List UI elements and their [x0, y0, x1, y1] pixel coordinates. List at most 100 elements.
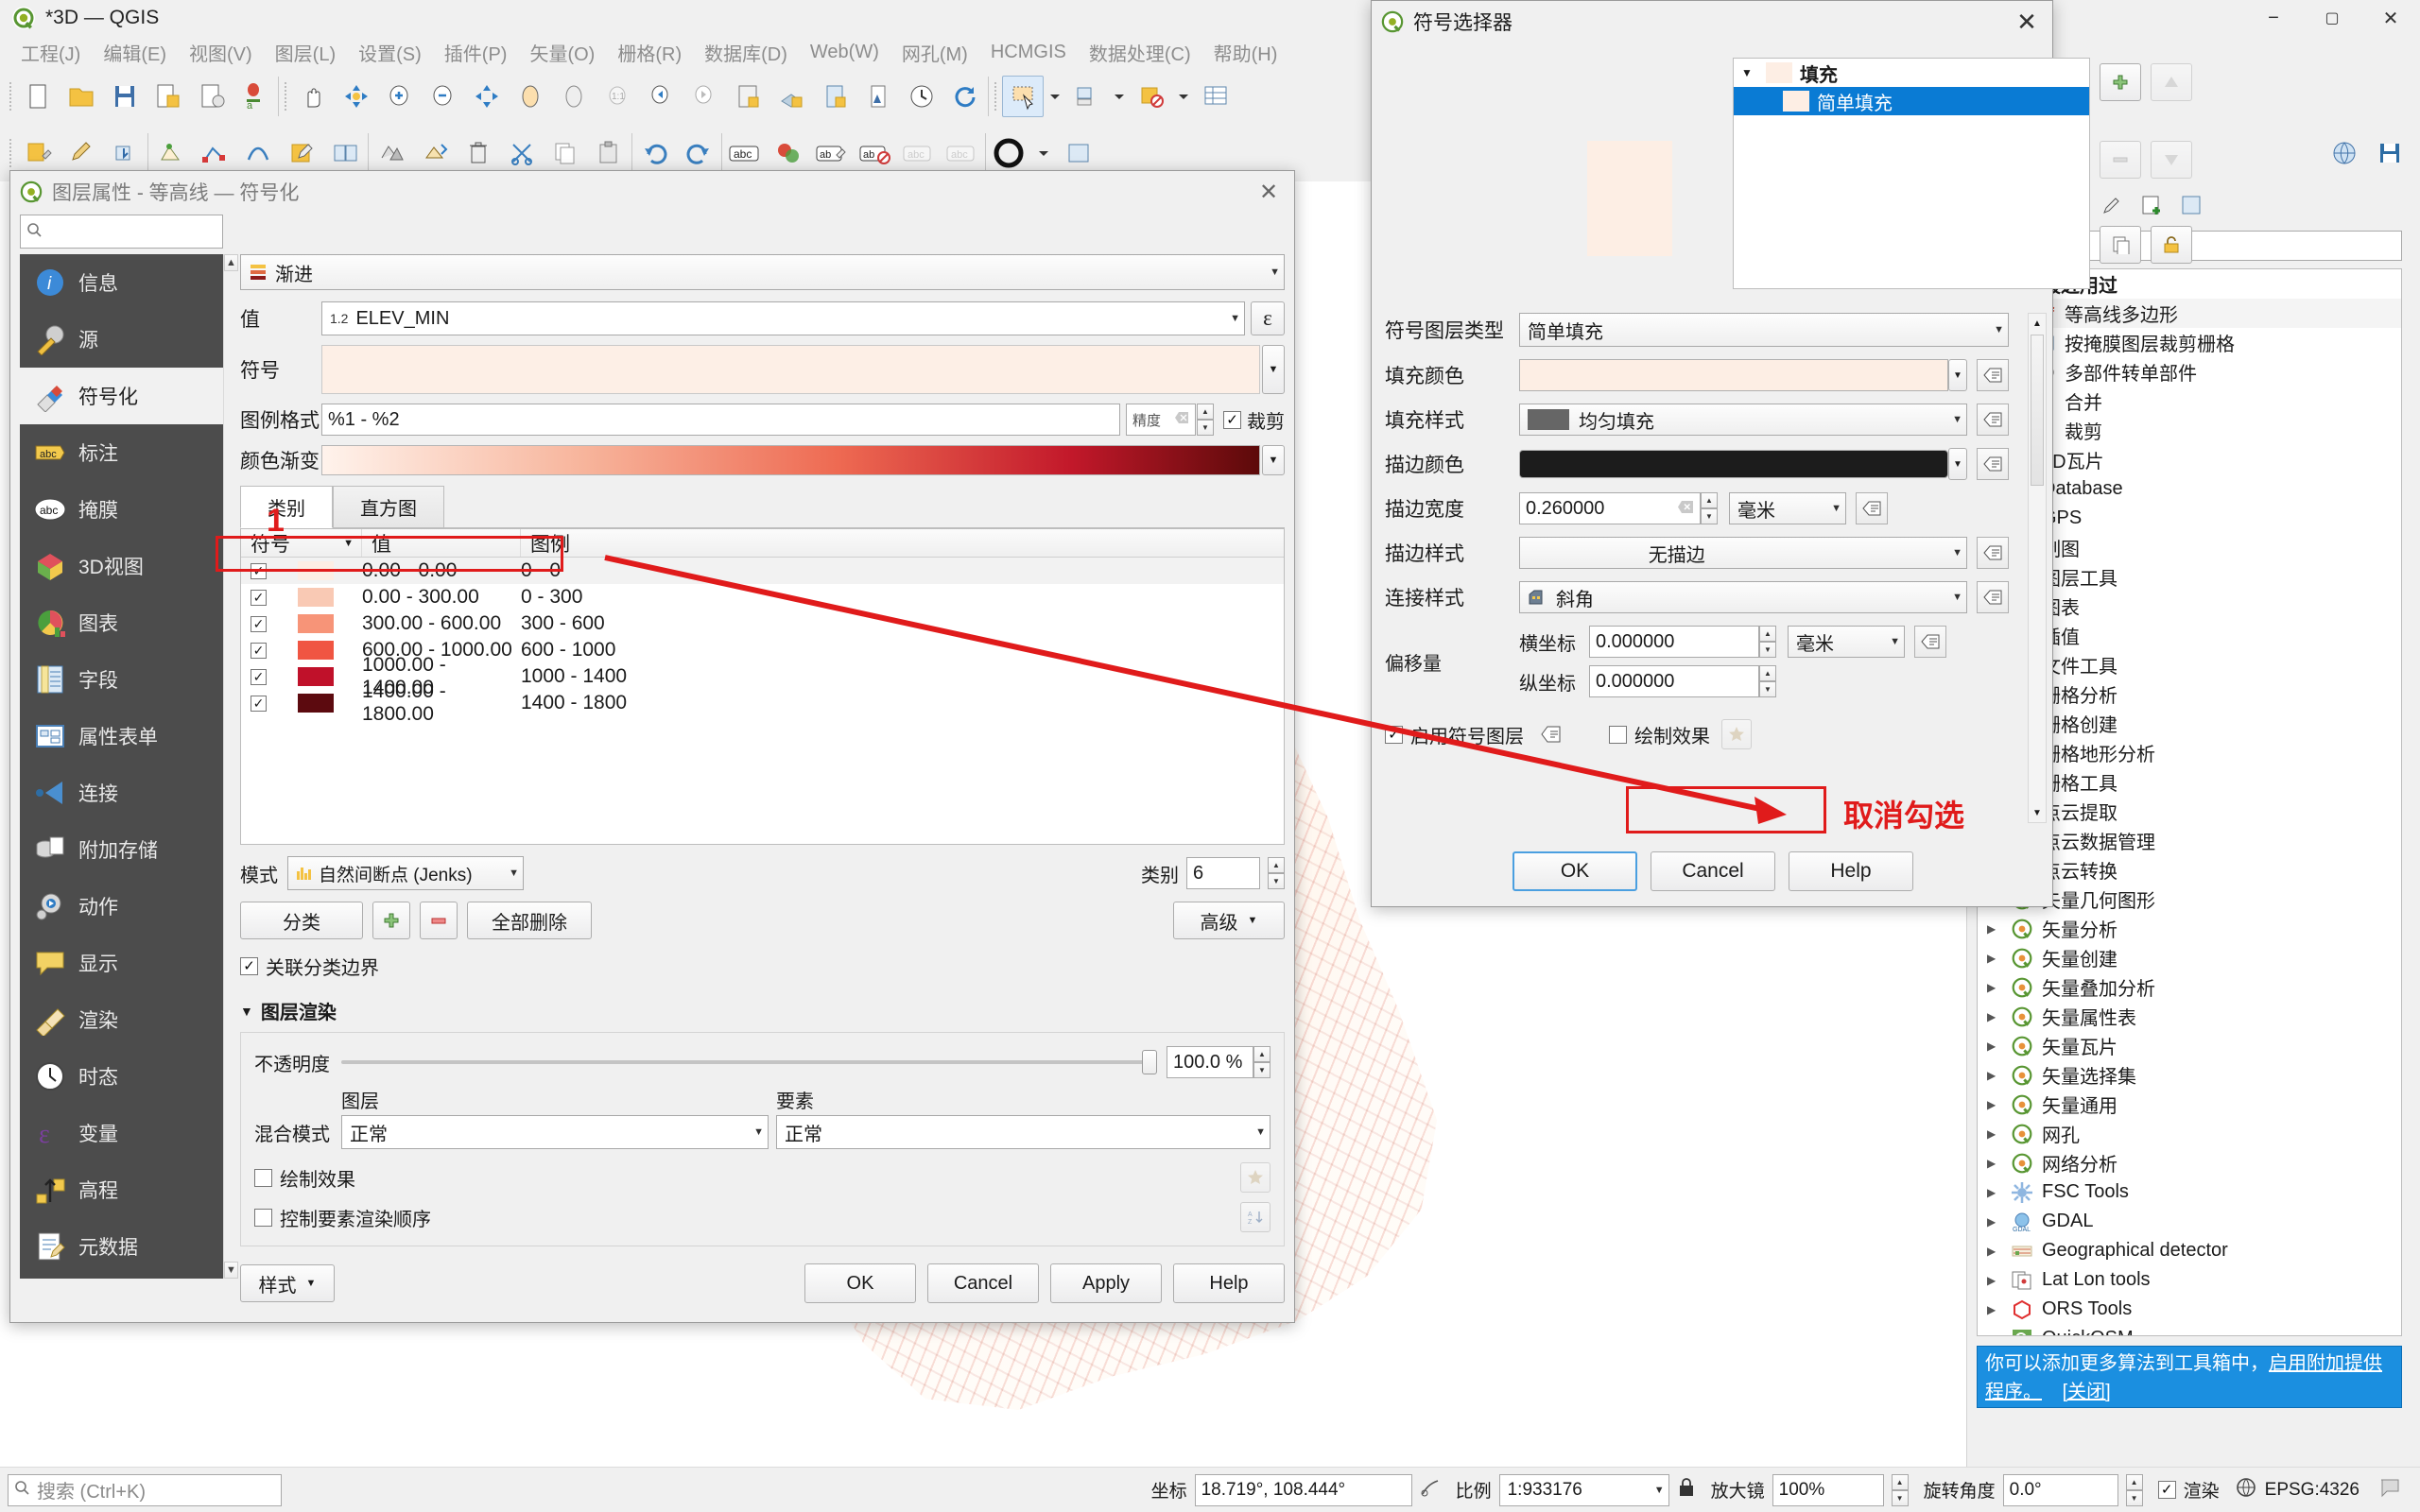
list-item[interactable]: ▶ORS Tools	[1978, 1295, 2401, 1324]
list-item[interactable]: ▶矢量选择集	[1978, 1060, 2401, 1090]
class-checkbox[interactable]: ✓	[251, 616, 267, 632]
multi-edit-icon[interactable]	[324, 132, 366, 174]
sidebar-item-12[interactable]: 显示	[20, 935, 223, 991]
stepper-down[interactable]: ▼	[2126, 1490, 2143, 1506]
zoom-next-icon[interactable]	[683, 76, 725, 117]
cancel-button[interactable]: Cancel	[1651, 851, 1775, 891]
menu-item-vector[interactable]: 矢量(O)	[518, 35, 606, 70]
scroll-down-arrow[interactable]: ▼	[2029, 803, 2046, 822]
menu-item-processing[interactable]: 数据处理(C)	[1078, 35, 1202, 70]
copy-features-icon[interactable]	[544, 132, 586, 174]
crs-label[interactable]: EPSG:4326	[2265, 1480, 2360, 1501]
classes-count-input[interactable]: 6	[1186, 857, 1260, 889]
class-checkbox[interactable]: ✓	[251, 696, 267, 712]
sidebar-item-3[interactable]: abc标注	[20, 424, 223, 481]
change-label-icon[interactable]: ab	[811, 132, 853, 174]
globe-crs-icon[interactable]	[2235, 1476, 2257, 1504]
classes-table[interactable]: 符号 ▼ 值 图例 ✓0.00 - 0.000 - 0✓0.00 - 300.0…	[240, 528, 1285, 845]
scroll-up-arrow[interactable]: ▲	[224, 254, 238, 271]
column-value[interactable]: 值	[362, 529, 521, 557]
toggle-editing-icon[interactable]	[60, 132, 102, 174]
lock-layer-icon[interactable]	[2151, 226, 2192, 264]
paste-features-icon[interactable]	[588, 132, 630, 174]
apply-button[interactable]: Apply	[1050, 1263, 1162, 1303]
move-feature-icon[interactable]	[414, 132, 456, 174]
chevron-right-icon[interactable]: ▶	[1987, 981, 2002, 994]
rotation-input[interactable]: 0.0°	[2003, 1474, 2118, 1506]
stepper-up[interactable]: ▲	[1759, 665, 1776, 681]
list-item[interactable]: ▶Geographical detector	[1978, 1236, 2401, 1265]
list-item[interactable]: ▶FSC Tools	[1978, 1177, 2401, 1207]
sort-az-icon[interactable]: AZ	[1240, 1202, 1270, 1232]
offset-x-input[interactable]: 0.000000	[1589, 626, 1759, 658]
globe-icon[interactable]	[2324, 132, 2365, 174]
menu-item-settings[interactable]: 设置(S)	[347, 35, 433, 70]
sidebar-item-17[interactable]: 元数据	[20, 1218, 223, 1275]
new-print-layout-icon[interactable]	[191, 76, 233, 117]
menu-item-project[interactable]: 工程(J)	[9, 35, 92, 70]
move-down-icon[interactable]	[2151, 141, 2192, 179]
save-layer-edits-icon[interactable]	[104, 132, 146, 174]
help-button[interactable]: Help	[1789, 851, 1913, 891]
class-color-swatch[interactable]	[298, 588, 334, 607]
annotation-icon[interactable]	[1031, 132, 1056, 174]
class-color-swatch[interactable]	[298, 641, 334, 660]
style-manager-icon[interactable]: a	[234, 76, 276, 117]
sidebar-item-7[interactable]: 字段	[20, 651, 223, 708]
open-attribute-table-icon[interactable]	[1195, 76, 1236, 117]
sidebar-scrollbar[interactable]: ▲ ▼	[223, 254, 238, 1279]
sort-descending-icon[interactable]: ▼	[343, 538, 354, 549]
temporal-controller-icon[interactable]	[901, 76, 942, 117]
chevron-right-icon[interactable]: ▶	[1987, 1332, 2002, 1337]
data-defined-override-icon[interactable]	[1535, 718, 1567, 750]
class-checkbox[interactable]: ✓	[251, 590, 267, 606]
list-item[interactable]: ▶网络分析	[1978, 1148, 2401, 1177]
clear-icon[interactable]	[1677, 498, 1694, 520]
close-icon[interactable]: ✕	[2011, 6, 2043, 38]
deselect-dropdown-icon[interactable]	[1174, 76, 1193, 117]
precision-stepper[interactable]: ▲▼	[1197, 404, 1214, 436]
stepper-down[interactable]: ▼	[1759, 681, 1776, 697]
table-row[interactable]: ✓300.00 - 600.00300 - 600	[241, 610, 1284, 637]
list-item[interactable]: ▶矢量叠加分析	[1978, 972, 2401, 1002]
list-item[interactable]: ▶矢量属性表	[1978, 1002, 2401, 1031]
show-hidden-labels-icon[interactable]: abc	[942, 132, 983, 174]
advanced-button[interactable]: 高级 ▼	[1173, 902, 1285, 939]
trim-checkbox[interactable]: ✓	[1223, 411, 1241, 429]
feature-blend-combo[interactable]: 正常 ▼	[776, 1115, 1270, 1149]
sidebar-item-6[interactable]: 图表	[20, 594, 223, 651]
mode-combo[interactable]: 自然间断点 (Jenks) ▼	[287, 856, 524, 890]
label-abc-icon[interactable]: abc	[724, 132, 766, 174]
undo-icon[interactable]	[634, 132, 676, 174]
enable-symbol-layer-checkbox[interactable]: ✓	[1385, 726, 1403, 744]
stroke-style-combo[interactable]: 无描边 ▼	[1519, 537, 1967, 569]
collapse-arrow-icon[interactable]: ▼	[240, 1004, 253, 1019]
help-button[interactable]: Help	[1173, 1263, 1285, 1303]
refresh-icon[interactable]	[944, 76, 986, 117]
symbol-preview-button[interactable]	[321, 345, 1260, 394]
messages-icon[interactable]	[2378, 1476, 2401, 1504]
select-dropdown-icon[interactable]	[1110, 76, 1129, 117]
coordinate-input[interactable]: 18.719°, 108.444°	[1195, 1474, 1412, 1506]
sidebar-item-0[interactable]: i信息	[20, 254, 223, 311]
stepper-down[interactable]: ▼	[1268, 873, 1285, 889]
stepper-up[interactable]: ▲	[1268, 857, 1285, 873]
sidebar-item-1[interactable]: 源	[20, 311, 223, 368]
data-defined-override-icon[interactable]	[1977, 404, 2009, 436]
redo-icon[interactable]	[678, 132, 719, 174]
chevron-right-icon[interactable]: ▶	[1987, 1040, 2002, 1053]
symbol-layer-type-combo[interactable]: 简单填充 ▼	[1519, 313, 2009, 347]
toolbar-grip[interactable]	[6, 78, 15, 114]
sidebar-item-4[interactable]: abc掩膜	[20, 481, 223, 538]
new-attribute-view-icon[interactable]	[814, 76, 856, 117]
delete-all-button[interactable]: 全部删除	[467, 902, 592, 939]
digitize-with-curve-icon[interactable]	[237, 132, 279, 174]
lock-scale-icon[interactable]	[1677, 1477, 1696, 1503]
menu-item-help[interactable]: 帮助(H)	[1202, 35, 1289, 70]
control-render-order-checkbox[interactable]	[254, 1209, 272, 1227]
zoom-to-selection-icon[interactable]	[510, 76, 551, 117]
classes-count-stepper[interactable]: ▲▼	[1268, 857, 1285, 889]
offset-x-stepper[interactable]: ▲▼	[1759, 626, 1776, 658]
symbol-layer-tree[interactable]: ▼填充简单填充	[1733, 58, 2090, 289]
stroke-width-unit-combo[interactable]: 毫米 ▼	[1729, 492, 1846, 524]
